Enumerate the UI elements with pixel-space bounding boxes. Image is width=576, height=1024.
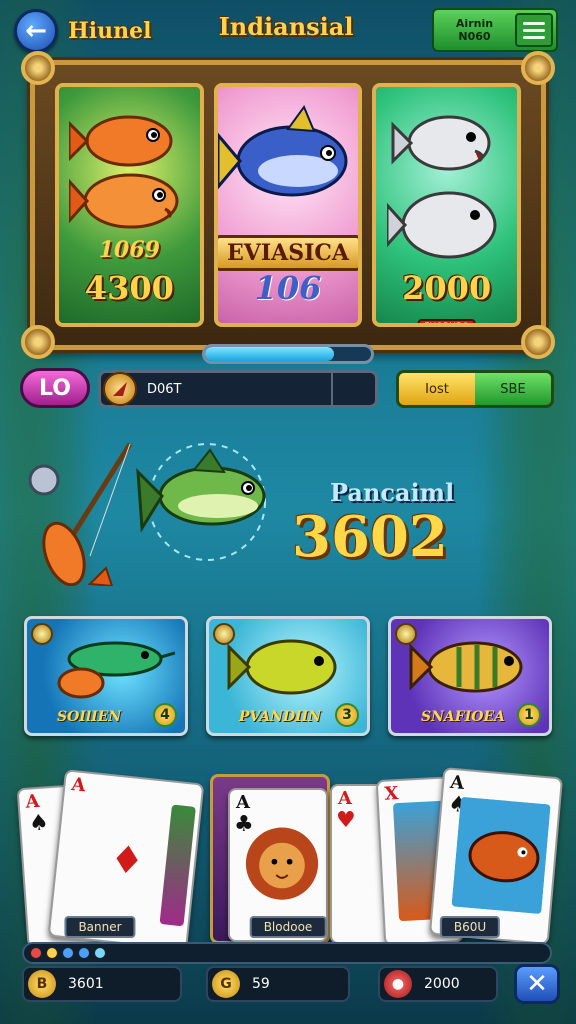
bet-field[interactable]: D06T bbox=[98, 370, 378, 408]
balance-text: Airnin N060 bbox=[434, 17, 515, 43]
bet-field-end[interactable] bbox=[331, 373, 375, 405]
indicator-dot[interactable] bbox=[94, 947, 106, 959]
page-title: Indiansial bbox=[218, 12, 354, 41]
card-rank: X bbox=[383, 783, 399, 805]
reel-2-value: 106 bbox=[254, 269, 322, 307]
diamond-icon: ♦ bbox=[107, 836, 147, 884]
balance-line-2: N060 bbox=[458, 30, 491, 43]
card-rank: A bbox=[24, 790, 41, 813]
chip-icon: ● bbox=[384, 970, 412, 998]
control-bar: LO D06T Iost SBE bbox=[18, 366, 558, 412]
tile-label: SNAFIOEA bbox=[421, 709, 505, 725]
game-tile[interactable]: SOIlIEN 4 bbox=[24, 616, 188, 736]
close-button[interactable]: ✕ bbox=[514, 964, 560, 1004]
coins-counter[interactable]: B 3601 bbox=[22, 966, 182, 1002]
orange-fish-icon bbox=[69, 115, 179, 229]
featured-area: Pancaiml 3602 bbox=[0, 432, 576, 602]
chips-value: 2000 bbox=[424, 976, 460, 992]
coin-icon: B bbox=[28, 970, 56, 998]
arrow-left-icon: ← bbox=[25, 16, 47, 46]
balance-line-1: Airnin bbox=[455, 17, 494, 30]
reel-3-value: 2000 bbox=[402, 269, 492, 307]
chips-counter[interactable]: ● 2000 bbox=[378, 966, 498, 1002]
green-bass-icon bbox=[136, 443, 266, 561]
spade-icon: ♠ bbox=[28, 810, 50, 837]
slot-machine-frame: 1069 4300 EVIASICA 106 FUORUBO 2000 bbox=[21, 51, 555, 359]
gold-coin-icon: G bbox=[212, 970, 240, 998]
close-icon: ✕ bbox=[526, 969, 548, 999]
gems-counter[interactable]: G 59 bbox=[206, 966, 350, 1002]
blue-tuna-icon bbox=[218, 104, 348, 197]
swordfish-icon bbox=[57, 641, 175, 699]
reel-2-banner: EVIASICA bbox=[217, 235, 359, 271]
menu-button[interactable] bbox=[515, 13, 553, 47]
fishing-rod-icon bbox=[28, 442, 133, 586]
frame-ornament-icon bbox=[21, 51, 55, 85]
spin-progress-bar bbox=[202, 344, 374, 364]
top-bar: ← Hiunel Indiansial Airnin N060 bbox=[14, 8, 558, 54]
back-button[interactable]: ← bbox=[14, 9, 58, 53]
frame-ornament-icon bbox=[21, 325, 55, 359]
balance-panel[interactable]: Airnin N060 bbox=[432, 8, 558, 52]
card-rank: A bbox=[338, 788, 352, 809]
top-left-title: Hiunel bbox=[68, 18, 152, 44]
red-fish-icon bbox=[451, 796, 551, 915]
progress-fill bbox=[205, 347, 335, 361]
featured-label: Pancaiml bbox=[330, 478, 455, 507]
tile-count: 4 bbox=[153, 703, 177, 727]
lo-button[interactable]: LO bbox=[20, 368, 90, 408]
white-fish-icon bbox=[386, 115, 497, 259]
card-rank: A bbox=[236, 792, 250, 813]
bottom-bar: B 3601 G 59 ● 2000 ✕ bbox=[22, 962, 560, 1008]
tile-count: 3 bbox=[335, 703, 359, 727]
right-card-label: B60U bbox=[439, 916, 501, 938]
tile-count: 1 bbox=[517, 703, 541, 727]
lion-icon bbox=[245, 827, 319, 900]
menu-icon bbox=[523, 21, 545, 25]
coin-icon bbox=[103, 372, 137, 406]
tile-label: PVANDIIN bbox=[239, 709, 321, 725]
game-tile[interactable]: PVANDIIN 3 bbox=[206, 616, 370, 736]
toggle-option-a[interactable]: Iost bbox=[399, 373, 475, 405]
gems-value: 59 bbox=[252, 976, 270, 992]
striped-perch-icon bbox=[409, 641, 523, 693]
reel-3-tag: FUORUBO bbox=[417, 319, 477, 323]
indicator-dot[interactable] bbox=[62, 947, 74, 959]
center-card-label: Blodooe bbox=[249, 916, 327, 938]
tile-label: SOIlIEN bbox=[57, 709, 122, 725]
card-hand: A ♠ A ♦ Banner A ♣ A ♥ Blodooe X A ♠ B60… bbox=[0, 767, 576, 951]
toggle-option-b[interactable]: SBE bbox=[475, 373, 551, 405]
card-rank: A bbox=[449, 771, 466, 794]
reel-1-value: 4300 bbox=[84, 269, 174, 307]
game-tile[interactable]: SNAFIOEA 1 bbox=[388, 616, 552, 736]
coins-value: 3601 bbox=[68, 976, 104, 992]
page-indicator bbox=[22, 942, 552, 964]
indicator-dot[interactable] bbox=[78, 947, 90, 959]
bet-value: D06T bbox=[147, 381, 182, 397]
card-rank: A bbox=[70, 773, 87, 797]
reel-2[interactable]: EVIASICA 106 bbox=[213, 83, 363, 327]
indicator-dot[interactable] bbox=[46, 947, 58, 959]
heart-icon: ♥ bbox=[336, 808, 356, 833]
left-card-label: Banner bbox=[64, 916, 136, 938]
reel-3[interactable]: FUORUBO 2000 bbox=[372, 83, 522, 327]
game-tiles: SOIlIEN 4 PVANDIIN 3 SNAFIOEA 1 bbox=[24, 616, 552, 736]
frame-ornament-icon bbox=[521, 325, 555, 359]
yellow-fish-icon bbox=[227, 639, 337, 695]
indicator-dot[interactable] bbox=[30, 947, 42, 959]
featured-value: 3602 bbox=[292, 504, 448, 570]
reel-1[interactable]: 1069 4300 bbox=[55, 83, 204, 327]
frame-ornament-icon bbox=[521, 51, 555, 85]
mode-toggle[interactable]: Iost SBE bbox=[396, 370, 554, 408]
